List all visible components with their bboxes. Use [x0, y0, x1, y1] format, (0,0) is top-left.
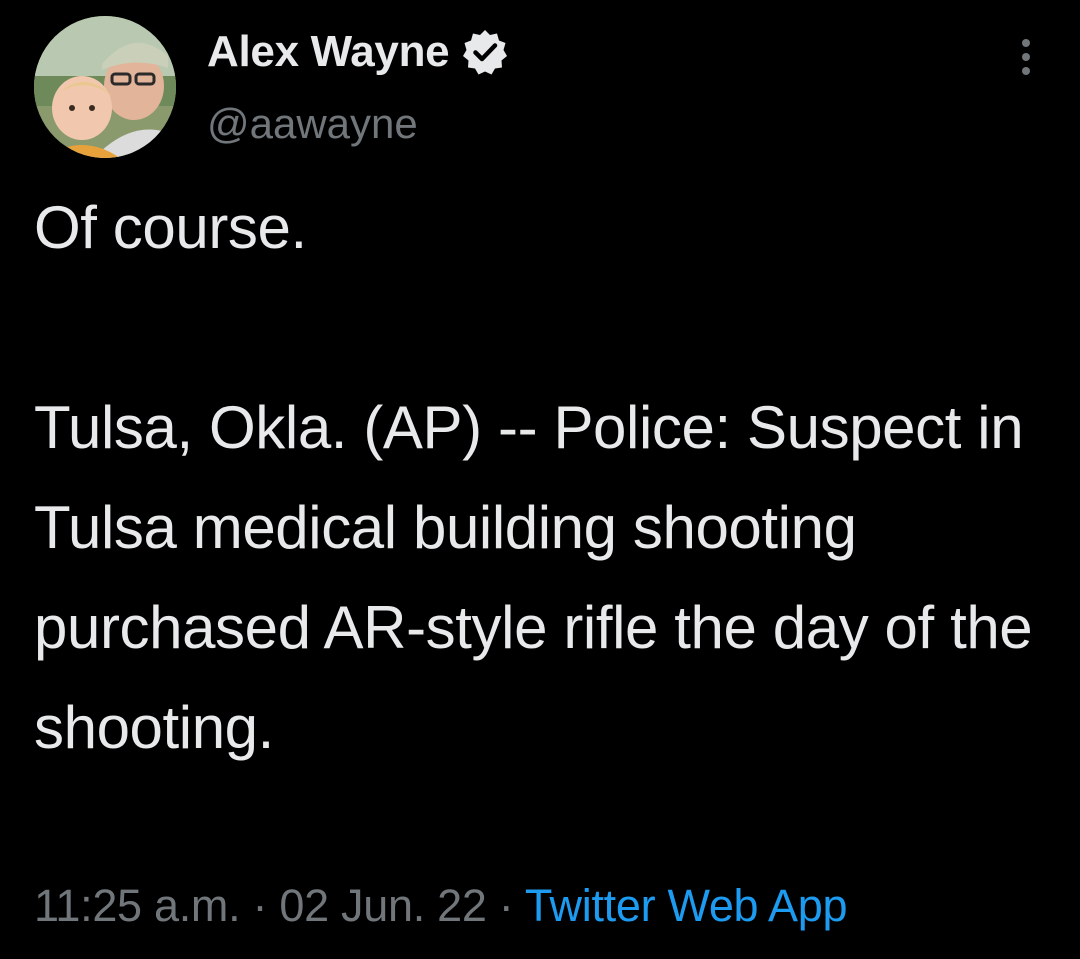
tweet-time[interactable]: 11:25 a.m. [34, 880, 241, 931]
avatar-photo-icon [34, 16, 176, 158]
author-name[interactable]: Alex Wayne [207, 27, 450, 77]
author-name-row: Alex Wayne [207, 26, 509, 78]
meta-separator: · [240, 880, 280, 931]
more-options-icon[interactable] [1010, 36, 1042, 80]
author-avatar[interactable] [34, 16, 176, 158]
tweet-metadata: 11:25 a.m. · 02 Jun. 22 · Twitter Web Ap… [34, 880, 847, 932]
author-handle[interactable]: @aawayne [207, 100, 418, 148]
tweet-source-link[interactable]: Twitter Web App [525, 880, 848, 931]
tweet-card: Alex Wayne @aawayne Of course. Tulsa, Ok… [0, 0, 1080, 959]
meta-separator: · [486, 880, 525, 931]
tweet-date[interactable]: 02 Jun. 22 [279, 880, 486, 931]
verified-badge-icon [461, 28, 509, 76]
tweet-text: Of course. Tulsa, Okla. (AP) -- Police: … [34, 194, 1033, 761]
